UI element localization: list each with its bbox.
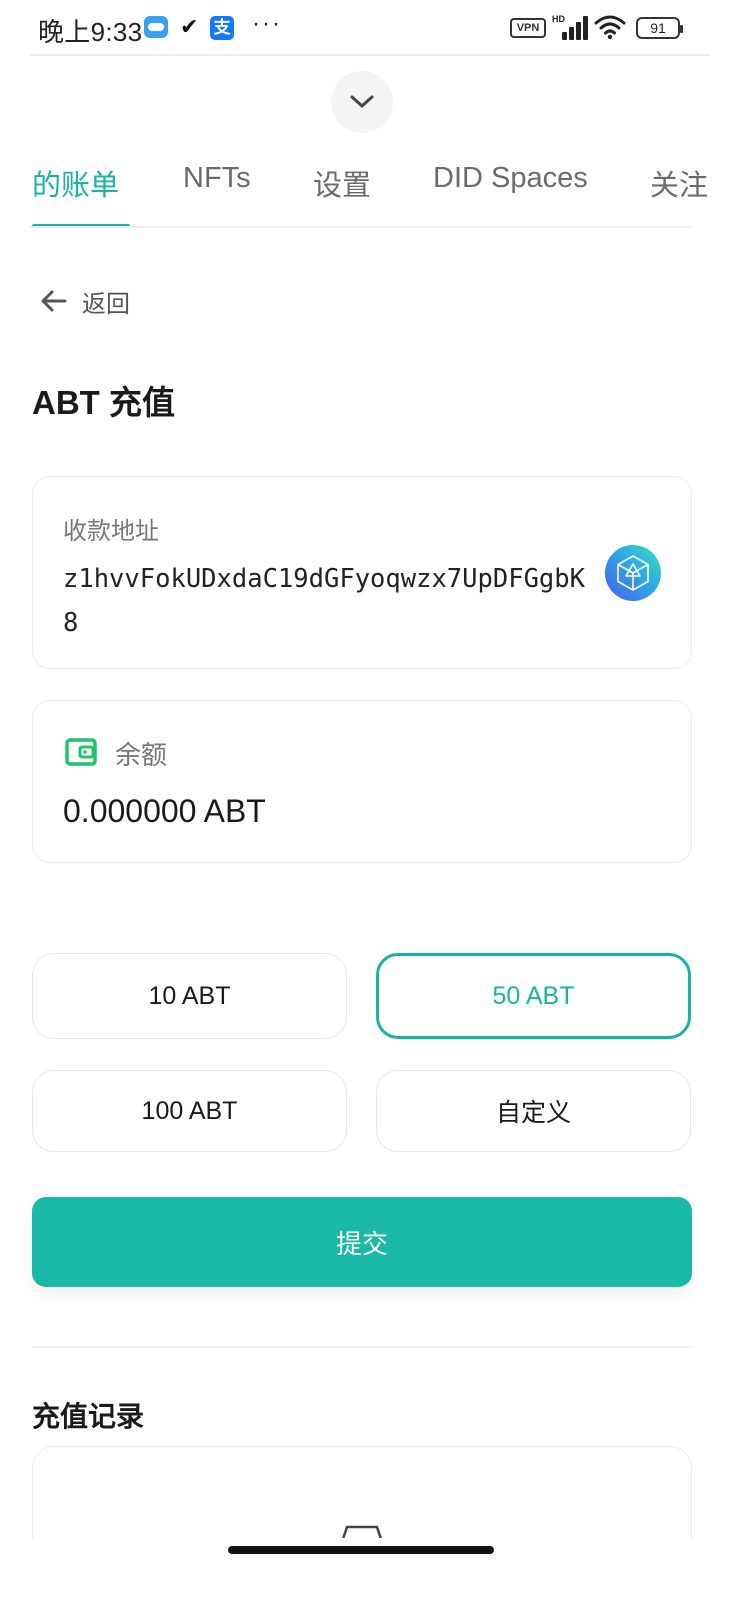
submit-button[interactable]: 提交 [32,1197,692,1287]
tabs-divider [30,226,692,228]
home-indicator[interactable] [228,1546,494,1554]
cloud-icon [144,16,168,38]
amount-option-100[interactable]: 100 ABT [32,1070,347,1152]
check-icon: ✔ [180,14,199,39]
alipay-icon: 支 [210,16,234,40]
tab-bar: 的账单 NFTs 设置 DID Spaces 关注 [0,150,738,228]
back-label: 返回 [82,290,130,318]
tab-follow[interactable]: 关注 [650,162,708,204]
page-title: ABT 充值 [32,384,175,421]
status-time: 晚上9:33 [38,17,143,47]
history-title: 充值记录 [32,1401,145,1432]
status-divider [30,54,710,56]
arrow-left-icon [41,290,67,312]
amount-option-10[interactable]: 10 ABT [32,953,347,1039]
balance-value: 0.000000 ABT [63,793,266,829]
tab-settings[interactable]: 设置 [313,162,371,204]
battery-icon: 91 [636,17,683,39]
address-value[interactable]: z1hvvFokUDxdaC19dGFyoqwzx7UpDFGgbK8 [63,557,593,645]
section-divider [32,1346,692,1348]
back-button[interactable]: 返回 [40,283,130,319]
did-icon[interactable] [605,545,661,601]
abt-recharge-page: 晚上9:33 ✔ 支 ··· VPN HD 91 的账单 NFTs 设置 DID… [0,0,738,1600]
chevron-down-icon [350,95,374,108]
status-bar: 晚上9:33 ✔ 支 ··· VPN HD 91 [0,0,738,56]
tab-bills[interactable]: 的账单 [32,162,119,204]
tab-nfts[interactable]: NFTs [183,162,251,195]
address-label: 收款地址 [63,518,159,545]
balance-card: 余额 0.000000 ABT [32,700,692,863]
wallet-icon [65,738,97,766]
amount-option-custom[interactable]: 自定义 [376,1070,691,1152]
wifi-icon [594,15,626,40]
more-dots-icon: ··· [252,10,282,37]
address-card: 收款地址 z1hvvFokUDxdaC19dGFyoqwzx7UpDFGgbK8 [32,476,692,669]
signal-icon: HD [552,14,588,40]
vpn-icon: VPN [510,18,546,38]
hd-label: HD [552,14,565,24]
balance-label: 余额 [115,740,168,770]
tab-did-spaces[interactable]: DID Spaces [433,162,588,195]
amount-option-50[interactable]: 50 ABT [376,953,691,1039]
collapse-button[interactable] [331,71,393,133]
